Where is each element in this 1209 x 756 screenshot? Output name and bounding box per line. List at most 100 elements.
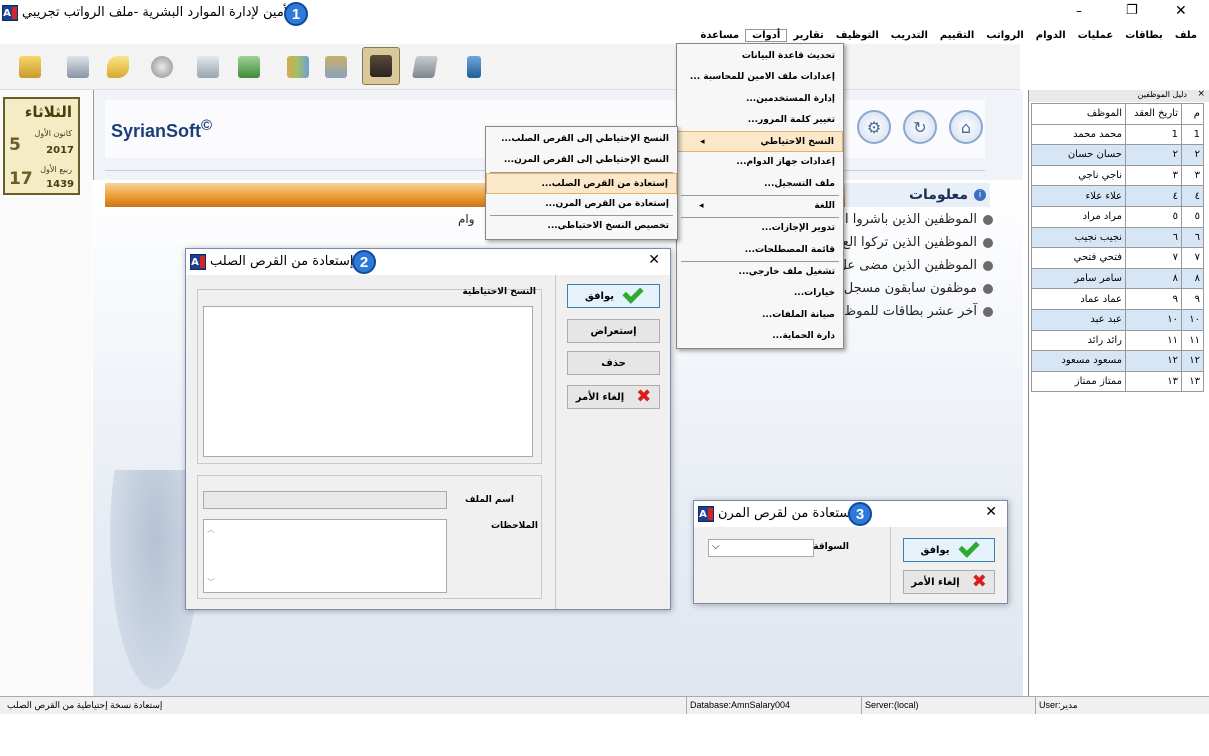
table-row[interactable]: ٢ ٢ حسان حسان (1031, 144, 1204, 166)
menu-item-backup[interactable]: النسخ الاحتياطي ◂ (677, 131, 843, 153)
table-row[interactable]: ٤ ٤ علاء علاء (1031, 185, 1204, 207)
ok-button[interactable]: يوافق (567, 282, 660, 308)
row-contract-date: ١١ (1125, 329, 1182, 352)
row-contract-date: ٨ (1125, 267, 1182, 290)
restore-button[interactable]: ❐ (1126, 3, 1138, 18)
menu-cards[interactable]: بطاقات (1119, 30, 1169, 41)
minimize-button[interactable]: – (1076, 4, 1082, 18)
table-row[interactable]: ٥ ٥ مراد مراد (1031, 205, 1204, 228)
submenu-backup-fd[interactable]: النسخ الإحتياطي إلى القرص المرن... (486, 150, 677, 171)
menu-training[interactable]: التدريب (885, 30, 934, 41)
folder-arrow-icon[interactable] (14, 51, 46, 83)
magnifier-book-icon[interactable] (320, 51, 352, 83)
table-row[interactable]: ٩ ٩ عماد عماد (1031, 288, 1204, 310)
restore-fd-title: إستعادة من لقرص المرن (718, 506, 854, 521)
table-row[interactable]: ٣ ٣ ناجي ناجي (1031, 164, 1204, 187)
submenu-backup-hd[interactable]: النسخ الإحتياطي إلى القرص الصلب... (486, 129, 677, 150)
menu-reports[interactable]: تقارير (787, 30, 829, 41)
table-row[interactable]: 1 1 محمد محمد (1031, 123, 1204, 146)
scroll-down-icon[interactable]: ﹀ (207, 577, 215, 588)
table-row[interactable]: ١١ ١١ رائد رائد (1031, 329, 1204, 352)
col-employee[interactable]: الموظف (1031, 103, 1126, 125)
table-row[interactable]: ٦ ٦ نجيب نجيب (1031, 226, 1204, 249)
panel-close-icon[interactable]: × (1197, 89, 1205, 99)
backups-list[interactable] (203, 306, 533, 457)
person-card-icon[interactable] (62, 51, 94, 83)
row-contract-date: ٩ (1125, 288, 1182, 310)
row-contract-date: ١٢ (1125, 350, 1182, 372)
row-contract-date: ٥ (1125, 205, 1182, 228)
menu-item-protection[interactable]: دارة الحماية... (677, 326, 843, 347)
cancel-button[interactable]: ✖ إلغاء الأمر (903, 570, 995, 594)
filename-field[interactable] (203, 491, 447, 509)
clock-icon[interactable] (146, 51, 178, 83)
menu-item-accounting-settings[interactable]: إعدادات ملف الامين للمحاسبة ... (677, 67, 843, 88)
menu-item-update-db[interactable]: تحديث قاعدة البيانات (677, 46, 843, 67)
menu-item-attendance-device[interactable]: إعدادات جهاز الدوام... (677, 152, 843, 173)
row-number: ٦ (1181, 226, 1204, 249)
info-icon: i (974, 189, 986, 201)
menu-item-user-management[interactable]: إدارة المستخدمين... (677, 89, 843, 110)
submenu-restore-hd[interactable]: إستعادة من القرص الصلب... (486, 172, 677, 194)
calendar-greg-month: كانون الأول (34, 129, 72, 138)
menu-tools[interactable]: أدوات (745, 28, 788, 42)
menu-item-options[interactable]: خيارات... (677, 283, 843, 304)
menu-attendance[interactable]: الدوام (1030, 30, 1072, 41)
menu-item-terms[interactable]: قائمة المصطلحات... (677, 240, 843, 261)
menu-evaluation[interactable]: التقييم (934, 30, 980, 41)
ok-button[interactable]: يوافق (903, 536, 995, 562)
info-line-1[interactable]: الموظفين الذين باشروا ال (836, 212, 993, 227)
info-line-5[interactable]: آخر عشر بطاقات للموظ (844, 304, 993, 319)
menu-operations[interactable]: عمليات (1072, 30, 1120, 41)
bullet-icon (983, 306, 993, 317)
row-number: ١٣ (1181, 370, 1204, 393)
browse-button[interactable]: إستعراض (567, 319, 660, 343)
table-row[interactable]: ١٢ ١٢ مسعود مسعود (1031, 350, 1204, 372)
menu-salaries[interactable]: الرواتب (980, 30, 1029, 41)
info-line-4[interactable]: موظفون سابقون مسجل (844, 281, 993, 296)
notes-label: الملاحظات (490, 521, 538, 531)
row-contract-date: ٦ (1125, 226, 1182, 249)
exit-door-icon[interactable] (458, 51, 490, 83)
delete-button[interactable]: حذف (567, 351, 660, 375)
menu-file[interactable]: ملف (1169, 30, 1203, 41)
menu-item-maintenance[interactable]: صيانة الملفات... (677, 305, 843, 326)
close-button[interactable]: ✕ (1175, 3, 1187, 19)
home-icon[interactable]: ⌂ (949, 110, 983, 144)
scroll-up-icon[interactable]: ︿ (207, 524, 215, 535)
menu-item-language[interactable]: اللغة ◂ (677, 196, 843, 217)
settings-gear-icon[interactable]: ⚙ (857, 110, 891, 144)
info-line-3[interactable]: الموظفين الذين مضى عل (837, 258, 993, 273)
menu-item-log-file[interactable]: ملف التسجيل... (677, 174, 843, 195)
col-contract-date[interactable]: تاريخ العقد (1125, 103, 1182, 125)
cancel-button[interactable]: ✖ إلغاء الأمر (567, 385, 660, 409)
calculator-icon[interactable] (409, 51, 441, 83)
money-icon[interactable] (233, 51, 265, 83)
menu-item-change-password[interactable]: تغيير كلمة المرور... (677, 110, 843, 131)
menu-help[interactable]: مساعدة (694, 30, 745, 41)
dialog-close-button[interactable]: ✕ (648, 252, 660, 268)
app-logo-icon: A (190, 254, 206, 270)
submenu-restore-fd[interactable]: إستعادة من القرص المرن... (486, 194, 677, 215)
dialog-close-button[interactable]: ✕ (985, 504, 997, 520)
submenu-customize-backup[interactable]: تخصيص النسخ الاحتياطي... (486, 216, 677, 237)
books-icon[interactable] (282, 51, 314, 83)
calendar-clock-icon[interactable] (192, 51, 224, 83)
row-contract-date: ٢ (1125, 144, 1182, 166)
table-row[interactable]: ١٠ ١٠ عبد عبد (1031, 308, 1204, 331)
menu-item-leave-rollover[interactable]: تدوير الإجازات... (677, 218, 843, 239)
people-icon[interactable] (362, 47, 400, 85)
menu-recruitment[interactable]: التوظيف (830, 30, 885, 41)
key-add-icon[interactable] (102, 51, 134, 83)
refresh-icon[interactable]: ↻ (903, 110, 937, 144)
drive-select[interactable]: ⌵ (708, 539, 814, 557)
table-row[interactable]: ١٣ ١٣ ممتاز ممتاز (1031, 370, 1204, 393)
table-row[interactable]: ٨ ٨ سامر سامر (1031, 267, 1204, 290)
info-line-2[interactable]: الموظفين الذين تركوا الع (842, 235, 993, 250)
row-number: ٧ (1181, 247, 1204, 269)
col-number[interactable]: م (1181, 103, 1204, 125)
menu-item-run-external[interactable]: تشغيل ملف خارجي... (677, 262, 843, 283)
callout-badge-1: 1 (284, 2, 308, 26)
notes-field[interactable]: ︿ ﹀ (203, 519, 447, 593)
table-row[interactable]: ٧ ٧ فتحي فتحي (1031, 247, 1204, 269)
